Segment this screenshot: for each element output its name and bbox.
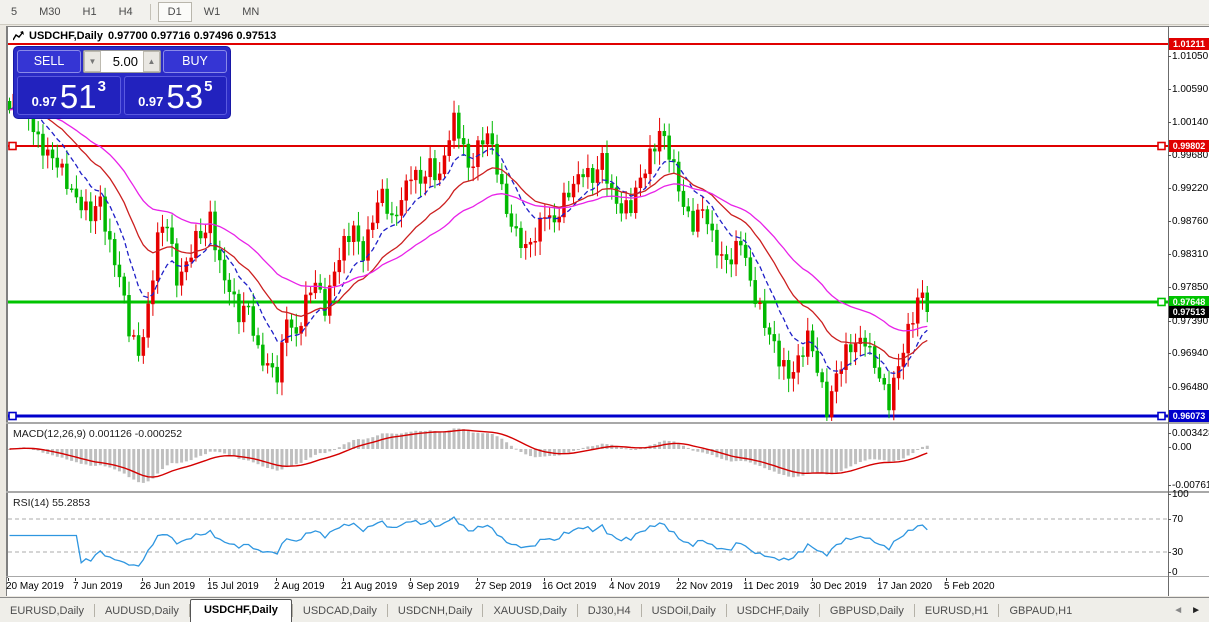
chart-title: USDCHF,Daily 0.97700 0.97716 0.97496 0.9… xyxy=(13,30,276,42)
macd-axis-tick xyxy=(1168,447,1171,448)
date-label: 26 Jun 2019 xyxy=(140,581,196,592)
rsi-axis-label: 70 xyxy=(1172,514,1184,525)
level-line-handle[interactable] xyxy=(1157,297,1166,307)
macd-axis-label: 0.00 xyxy=(1172,442,1192,453)
candles-layer xyxy=(8,80,930,421)
buy-price-tile[interactable]: 0.97 53 5 xyxy=(123,76,227,115)
price-axis-tick xyxy=(1168,55,1171,57)
date-label: 17 Jan 2020 xyxy=(877,581,933,592)
price-axis-tick xyxy=(1168,88,1171,90)
rsi-axis-tick xyxy=(1168,572,1171,573)
buy-price-pips: 53 xyxy=(166,77,204,115)
date-label: 27 Sep 2019 xyxy=(475,581,532,592)
date-label: 22 Nov 2019 xyxy=(676,581,733,592)
volume-input[interactable] xyxy=(101,51,143,72)
macd-axis-tick xyxy=(1168,433,1171,434)
buy-price-point: 5 xyxy=(204,78,213,95)
price-axis-label: 1.01050 xyxy=(1172,50,1209,62)
level-line-handle[interactable] xyxy=(8,141,17,151)
date-label: 5 Feb 2020 xyxy=(944,581,995,592)
pane-separator-macd[interactable] xyxy=(6,422,1209,424)
sell-price-point: 3 xyxy=(97,78,106,95)
date-label: 20 May 2019 xyxy=(6,581,64,592)
macd-axis-tick xyxy=(1168,485,1171,486)
price-level-label: 1.01211 xyxy=(1169,37,1209,50)
price-axis-tick xyxy=(1168,154,1171,156)
date-label: 4 Nov 2019 xyxy=(609,581,661,592)
date-label: 15 Jul 2019 xyxy=(207,581,259,592)
buy-price-figure: 0.97 xyxy=(138,94,164,109)
date-label: 11 Dec 2019 xyxy=(743,581,799,592)
date-label: 16 Oct 2019 xyxy=(542,581,597,592)
macd-label: MACD(12,26,9) 0.001126 -0.000252 xyxy=(13,428,183,440)
macd-axis-label: 0.003428 xyxy=(1172,428,1209,439)
rsi-axis-label: 0 xyxy=(1172,567,1178,578)
pane-separator-rsi[interactable] xyxy=(6,491,1209,493)
price-axis-tick xyxy=(1168,188,1171,190)
level-line-handle[interactable] xyxy=(8,411,17,421)
rsi-axis-tick xyxy=(1168,519,1171,520)
price-level-label: 0.97513 xyxy=(1169,305,1209,318)
rsi-line xyxy=(9,516,928,567)
rsi-axis-tick xyxy=(1168,494,1171,496)
chart-symbol-icon xyxy=(13,31,24,41)
date-label: 9 Sep 2019 xyxy=(408,581,460,592)
price-axis-tick xyxy=(1168,221,1171,223)
one-click-trading-panel: SELL ▼ ▲ BUY 0.97 51 3 0.97 53 5 xyxy=(13,46,231,119)
buy-button[interactable]: BUY xyxy=(163,50,227,73)
price-axis-tick xyxy=(1168,121,1171,123)
price-axis-label: 0.97850 xyxy=(1172,282,1209,294)
sell-price-tile[interactable]: 0.97 51 3 xyxy=(17,76,121,115)
rsi-axis-tick xyxy=(1168,552,1171,553)
volume-increase-button[interactable]: ▲ xyxy=(143,51,160,72)
volume-stepper: ▼ ▲ xyxy=(83,50,161,73)
date-axis: 20 May 2019 7 Jun 2019 26 Jun 2019 15 Jul 2… xyxy=(6,578,1168,596)
rsi-axis-label: 30 xyxy=(1172,547,1184,558)
price-axis-label: 1.00590 xyxy=(1172,83,1209,95)
price-axis-label: 0.96480 xyxy=(1172,381,1209,393)
date-label: 7 Jun 2019 xyxy=(73,581,123,592)
chart-title-quote: 0.97700 0.97716 0.97496 0.97513 xyxy=(107,30,277,42)
price-axis-label: 0.96940 xyxy=(1172,348,1209,360)
price-level-label: 0.99802 xyxy=(1169,140,1209,152)
date-label: 21 Aug 2019 xyxy=(341,581,398,592)
sell-price-pips: 51 xyxy=(59,77,97,115)
volume-decrease-button[interactable]: ▼ xyxy=(84,51,101,72)
date-label: 30 Dec 2019 xyxy=(810,581,867,592)
rsi-axis-label: 100 xyxy=(1172,489,1189,501)
price-axis-label: 0.99220 xyxy=(1172,183,1209,195)
price-axis-tick xyxy=(1168,353,1171,355)
rsi-label: RSI(14) 55.2853 xyxy=(13,497,91,509)
date-label: 2 Aug 2019 xyxy=(274,581,325,592)
level-line-handle[interactable] xyxy=(1157,141,1166,151)
price-axis-tick xyxy=(1168,254,1171,256)
level-line-handle[interactable] xyxy=(1157,411,1166,421)
price-level-label: 0.96073 xyxy=(1169,410,1209,423)
price-axis-tick xyxy=(1168,287,1171,289)
price-axis-label: 1.00140 xyxy=(1172,116,1209,128)
price-axis-tick xyxy=(1168,386,1171,388)
pane-separator-dates xyxy=(6,576,1209,577)
chart-title-symbol: USDCHF,Daily xyxy=(29,30,103,42)
sell-button[interactable]: SELL xyxy=(17,50,81,73)
sell-price-figure: 0.97 xyxy=(31,94,57,109)
price-axis-label: 0.98310 xyxy=(1172,249,1209,261)
price-axis-tick xyxy=(1168,320,1171,322)
price-axis-label: 0.98760 xyxy=(1172,216,1209,228)
